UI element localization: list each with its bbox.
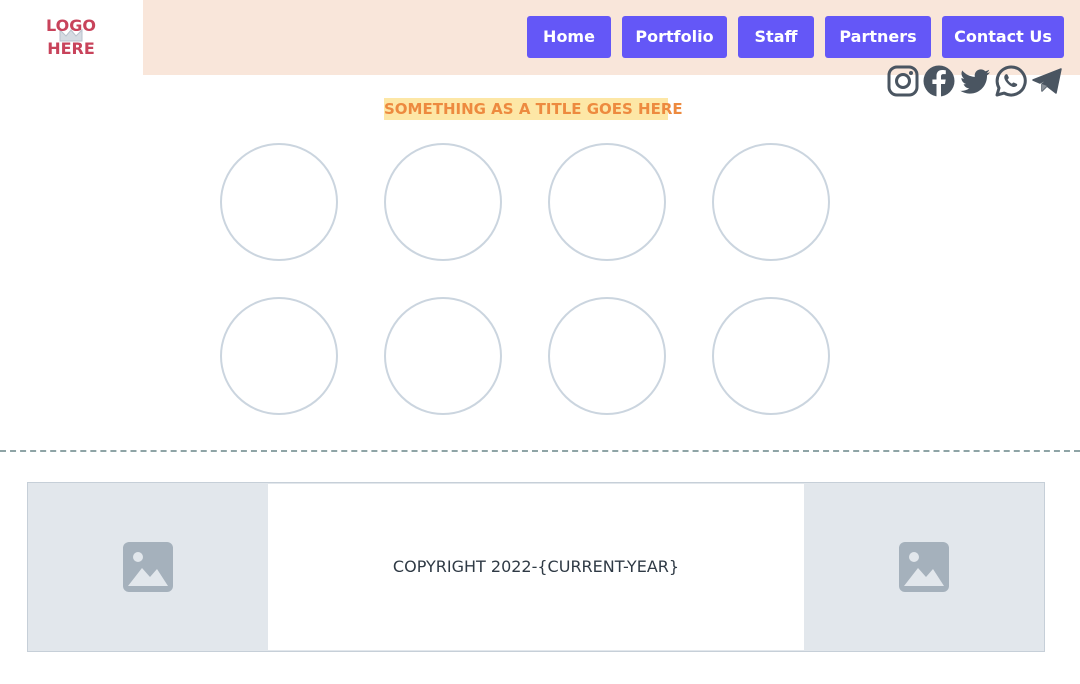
- circle-placeholder: [712, 143, 830, 261]
- logo-line-2: HERE: [47, 39, 95, 58]
- page-title: SOMETHING AS A TITLE GOES HERE: [384, 98, 683, 120]
- whatsapp-icon[interactable]: [994, 64, 1028, 98]
- nav-staff-button[interactable]: Staff: [738, 16, 814, 58]
- nav-contact-us-button[interactable]: Contact Us: [942, 16, 1064, 58]
- circle-placeholder: [712, 297, 830, 415]
- nav-home-button[interactable]: Home: [527, 16, 611, 58]
- circle-placeholder: [548, 297, 666, 415]
- circle-placeholder: [384, 297, 502, 415]
- nav-portfolio-button[interactable]: Portfolio: [622, 16, 727, 58]
- instagram-icon[interactable]: [886, 64, 920, 98]
- facebook-icon[interactable]: [922, 64, 956, 98]
- telegram-icon[interactable]: [1030, 64, 1064, 98]
- footer: COPYRIGHT 2022-{CURRENT-YEAR}: [27, 482, 1045, 652]
- nav-partners-button[interactable]: Partners: [825, 16, 931, 58]
- circle-placeholder: [220, 143, 338, 261]
- image-placeholder-icon: [123, 542, 173, 592]
- dashed-divider: [0, 450, 1080, 452]
- copyright-text: COPYRIGHT 2022-{CURRENT-YEAR}: [392, 557, 680, 576]
- twitter-icon[interactable]: [958, 64, 992, 98]
- circle-placeholder: [384, 143, 502, 261]
- footer-center: COPYRIGHT 2022-{CURRENT-YEAR}: [268, 484, 804, 650]
- circle-placeholder: [548, 143, 666, 261]
- image-placeholder-icon: [899, 542, 949, 592]
- logo[interactable]: LOGO HERE: [34, 14, 108, 62]
- circle-placeholder: [220, 297, 338, 415]
- logo-line-1: LOGO: [46, 16, 96, 35]
